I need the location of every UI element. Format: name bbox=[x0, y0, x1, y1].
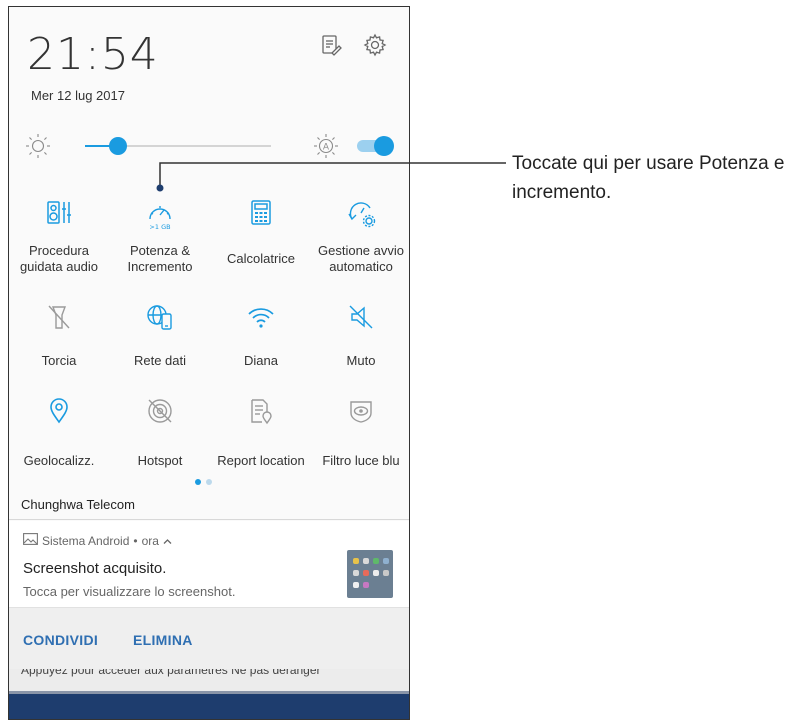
callout-connector bbox=[156, 162, 506, 192]
callout-annotation: Toccate qui per usare Potenza e incremen… bbox=[512, 153, 785, 203]
